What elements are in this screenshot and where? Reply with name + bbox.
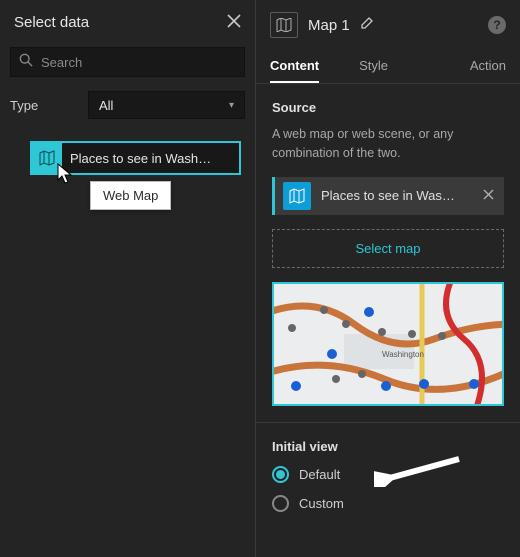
tab-content[interactable]: Content bbox=[270, 50, 319, 83]
selected-map-chip[interactable]: Places to see in Was… bbox=[272, 177, 504, 215]
radio-custom-label: Custom bbox=[299, 496, 344, 511]
initial-view-title: Initial view bbox=[272, 439, 504, 454]
map-icon bbox=[283, 182, 311, 210]
tab-style[interactable]: Style bbox=[359, 50, 388, 83]
close-icon[interactable] bbox=[227, 12, 241, 33]
remove-map-icon[interactable] bbox=[473, 187, 494, 204]
select-data-panel: Select data Type All ▾ Places to s bbox=[0, 0, 256, 557]
search-input-wrap[interactable] bbox=[10, 47, 245, 77]
help-icon[interactable]: ? bbox=[488, 16, 506, 34]
radio-default-label: Default bbox=[299, 467, 340, 482]
tabs: Content Style Action bbox=[256, 50, 520, 84]
source-desc: A web map or web scene, or any combinati… bbox=[272, 125, 504, 163]
type-label: Type bbox=[10, 98, 70, 113]
source-section: Source A web map or web scene, or any co… bbox=[256, 84, 520, 423]
radio-custom[interactable]: Custom bbox=[272, 495, 504, 512]
data-item-card[interactable]: Places to see in Wash… bbox=[30, 141, 241, 175]
source-title: Source bbox=[272, 100, 504, 115]
tooltip: Web Map bbox=[90, 181, 171, 210]
search-input[interactable] bbox=[41, 55, 236, 70]
radio-icon bbox=[272, 466, 289, 483]
search-icon bbox=[19, 53, 33, 72]
radio-icon bbox=[272, 495, 289, 512]
selected-map-label: Places to see in Was… bbox=[321, 188, 473, 203]
radio-default[interactable]: Default bbox=[272, 466, 504, 483]
svg-text:Washington: Washington bbox=[382, 350, 424, 359]
map-preview[interactable]: Washington bbox=[272, 282, 504, 406]
select-map-button[interactable]: Select map bbox=[272, 229, 504, 268]
initial-view-section: Initial view Default Custom bbox=[256, 423, 520, 528]
widget-title: Map 1 bbox=[308, 17, 350, 34]
widget-map-icon bbox=[270, 12, 298, 38]
data-item-label: Places to see in Wash… bbox=[62, 151, 239, 166]
map-icon bbox=[32, 143, 62, 173]
type-select[interactable]: All ▾ bbox=[88, 91, 245, 119]
tab-action[interactable]: Action bbox=[470, 50, 506, 83]
chevron-down-icon: ▾ bbox=[229, 100, 234, 111]
panel-title: Select data bbox=[14, 14, 89, 31]
edit-title-icon[interactable] bbox=[360, 16, 374, 35]
type-select-value: All bbox=[99, 98, 113, 113]
config-panel: Map 1 ? Content Style Action Source A we… bbox=[256, 0, 520, 557]
